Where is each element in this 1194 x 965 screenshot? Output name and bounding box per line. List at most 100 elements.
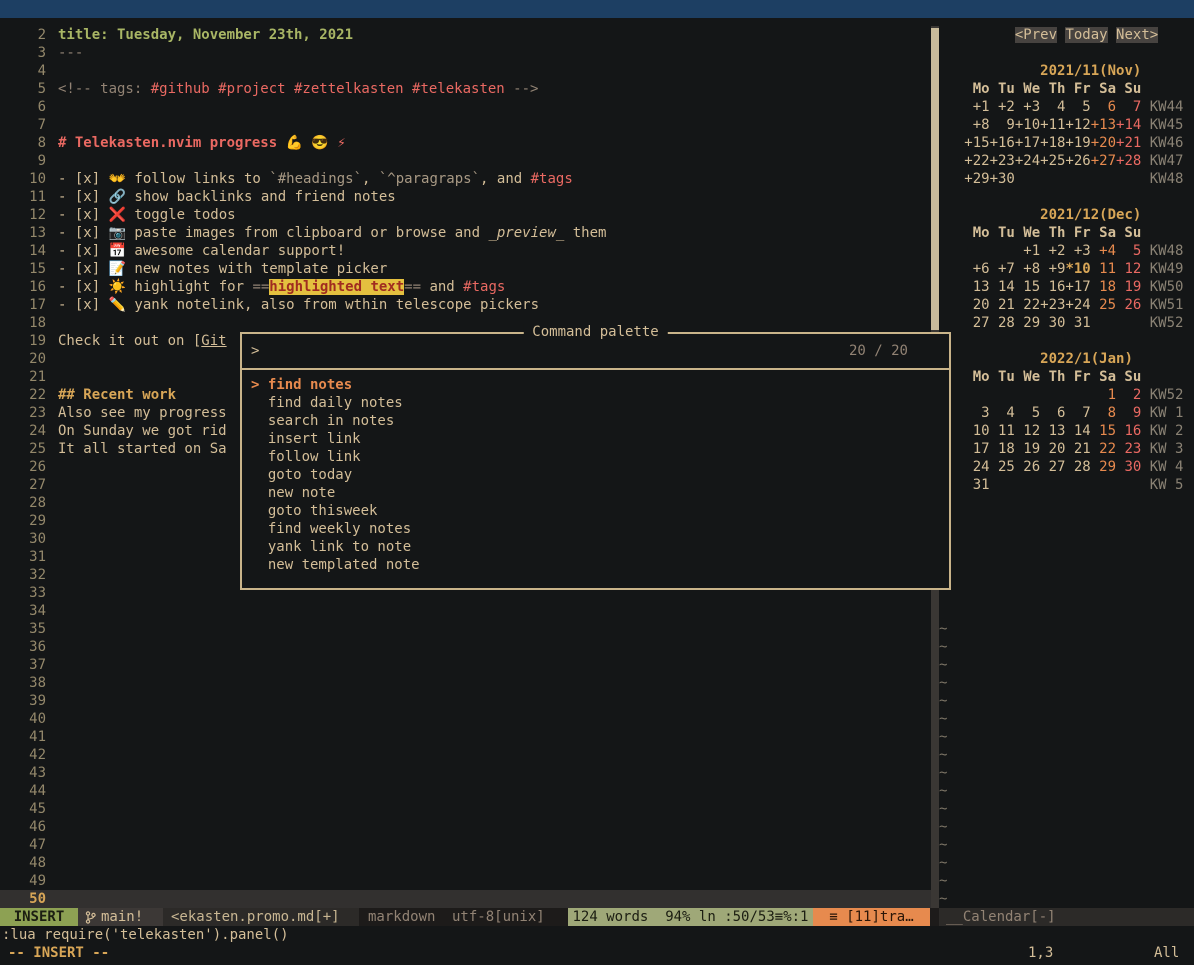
text-segment: KW46 (1150, 135, 1184, 151)
editor-line[interactable]: 15- [x] 📝 new notes with template picker (0, 260, 931, 278)
calendar-day-cell[interactable]: 8 (1091, 405, 1116, 421)
message-line: -- INSERT -- 1,3 All (0, 944, 1194, 962)
editor-line[interactable]: 9 (0, 152, 931, 170)
calendar-prev-button[interactable]: <Prev (1015, 27, 1057, 43)
editor-line[interactable]: 47 (0, 836, 931, 854)
editor-line[interactable]: 6 (0, 98, 931, 116)
calendar-day-cell[interactable]: 11 (1091, 261, 1116, 277)
editor-line[interactable]: 46 (0, 818, 931, 836)
empty-buffer-line: ~ (939, 872, 1194, 890)
palette-item[interactable]: find daily notes (251, 394, 940, 412)
text-segment (1141, 423, 1149, 439)
empty-buffer-line: ~ (939, 656, 1194, 674)
editor-line[interactable]: 38 (0, 674, 931, 692)
editor-line[interactable]: 37 (0, 656, 931, 674)
calendar-today-cell[interactable]: *10 (1065, 261, 1090, 277)
editor-line[interactable]: 48 (0, 854, 931, 872)
empty-buffer-line: ~ (939, 746, 1194, 764)
palette-item[interactable]: insert link (251, 430, 940, 448)
line-number: 14 (0, 242, 46, 260)
tilde-marker: ~ (939, 747, 947, 763)
editor-line[interactable]: 40 (0, 710, 931, 728)
palette-item[interactable]: search in notes (251, 412, 940, 430)
tilde-marker: ~ (939, 675, 947, 691)
line-number: 9 (0, 152, 46, 170)
calendar-next-button[interactable]: Next> (1116, 27, 1158, 43)
line-text (46, 818, 58, 836)
palette-item[interactable]: find weekly notes (251, 520, 940, 538)
calendar-day-cell[interactable]: +13 (1091, 117, 1116, 133)
calendar-day-cell[interactable]: 26 (1116, 297, 1141, 313)
editor-line[interactable]: 14- [x] 📅 awesome calendar support! (0, 242, 931, 260)
calendar-line: +6 +7 +8 +9*10 11 12 KW49 (939, 260, 1194, 278)
calendar-day-cell[interactable]: +20 (1091, 135, 1116, 151)
editor-line[interactable]: 45 (0, 800, 931, 818)
palette-item[interactable]: goto today (251, 466, 940, 484)
calendar-day-cell[interactable]: 16 (1116, 423, 1141, 439)
editor-line[interactable]: 34 (0, 602, 931, 620)
text-segment: KW 3 (1150, 441, 1184, 457)
palette-item[interactable]: follow link (251, 448, 940, 466)
editor-line[interactable]: 12- [x] ❌ toggle todos (0, 206, 931, 224)
editor-line[interactable]: 36 (0, 638, 931, 656)
editor-line-cursor[interactable]: 50 (0, 890, 931, 908)
editor-line[interactable]: 18 (0, 314, 931, 332)
editor-line[interactable]: 7 (0, 116, 931, 134)
palette-item[interactable]: goto thisweek (251, 502, 940, 520)
scrollbar-thumb[interactable] (931, 28, 939, 330)
text-segment (939, 63, 1040, 79)
editor-line[interactable]: 11- [x] 🔗 show backlinks and friend note… (0, 188, 931, 206)
line-number: 20 (0, 350, 46, 368)
palette-item[interactable]: new note (251, 484, 940, 502)
editor-line[interactable]: 3--- (0, 44, 931, 62)
text-segment: - [x] ☀️ highlight for (58, 279, 252, 295)
calendar-weekday-header: Mo Tu We Th Fr Sa Su (973, 81, 1142, 97)
calendar-day-cell[interactable]: +28 (1116, 153, 1141, 169)
calendar-day-cell[interactable]: +4 (1091, 243, 1116, 259)
calendar-day-cell[interactable]: 2 (1116, 387, 1141, 403)
text-segment: 31 (939, 477, 1150, 493)
palette-item-selected[interactable]: > find notes (251, 376, 940, 394)
empty-buffer-line: ~ (939, 818, 1194, 836)
calendar-day-cell[interactable]: 23 (1116, 441, 1141, 457)
editor-line[interactable]: 4 (0, 62, 931, 80)
editor-line[interactable]: 35 (0, 620, 931, 638)
editor-line[interactable]: 43 (0, 764, 931, 782)
status-bar: INSERT main! <ekasten.promo.md[+] markdo… (0, 908, 1194, 926)
editor-line[interactable]: 13- [x] 📷 paste images from clipboard or… (0, 224, 931, 242)
editor-line[interactable]: 42 (0, 746, 931, 764)
calendar-day-cell[interactable]: 18 (1091, 279, 1116, 295)
editor-line[interactable]: 39 (0, 692, 931, 710)
editor-line[interactable]: 41 (0, 728, 931, 746)
line-number: 24 (0, 422, 46, 440)
editor-line[interactable]: 16- [x] ☀️ highlight for ==highlighted t… (0, 278, 931, 296)
calendar-day-cell[interactable]: 1 (1091, 387, 1116, 403)
calendar-day-cell[interactable]: +21 (1116, 135, 1141, 151)
palette-item[interactable]: new templated note (251, 556, 940, 574)
calendar-day-cell[interactable]: 30 (1116, 459, 1141, 475)
calendar-day-cell[interactable]: 19 (1116, 279, 1141, 295)
calendar-day-cell[interactable]: 12 (1116, 261, 1141, 277)
calendar-day-cell[interactable]: 6 (1091, 99, 1116, 115)
editor-line[interactable]: 49 (0, 872, 931, 890)
calendar-window[interactable]: <Prev Today Next> 2021/11(Nov) Mo Tu We … (939, 26, 1194, 908)
calendar-day-cell[interactable]: 25 (1091, 297, 1116, 313)
calendar-day-cell[interactable]: 15 (1091, 423, 1116, 439)
editor-line[interactable]: 5<!-- tags: #github #project #zettelkast… (0, 80, 931, 98)
calendar-today-button[interactable]: Today (1065, 27, 1107, 43)
calendar-day-cell[interactable]: 29 (1091, 459, 1116, 475)
calendar-day-cell[interactable]: 7 (1116, 99, 1141, 115)
editor-line[interactable]: 8# Telekasten.nvim progress 💪 😎 ⚡ (0, 134, 931, 152)
line-text: - [x] 📷 paste images from clipboard or b… (46, 224, 606, 242)
editor-line[interactable]: 10- [x] 👐 follow links to `#headings`, `… (0, 170, 931, 188)
calendar-day-cell[interactable]: 5 (1116, 243, 1141, 259)
calendar-day-cell[interactable]: +14 (1116, 117, 1141, 133)
editor-line[interactable]: 2title: Tuesday, November 23th, 2021 (0, 26, 931, 44)
calendar-day-cell[interactable]: +27 (1091, 153, 1116, 169)
editor-line[interactable]: 44 (0, 782, 931, 800)
editor-line[interactable]: 17- [x] ✏️ yank notelink, also from wthi… (0, 296, 931, 314)
calendar-day-cell[interactable]: 22 (1091, 441, 1116, 457)
calendar-day-cell[interactable]: 9 (1116, 405, 1141, 421)
text-segment (939, 207, 1040, 223)
palette-item[interactable]: yank link to note (251, 538, 940, 556)
